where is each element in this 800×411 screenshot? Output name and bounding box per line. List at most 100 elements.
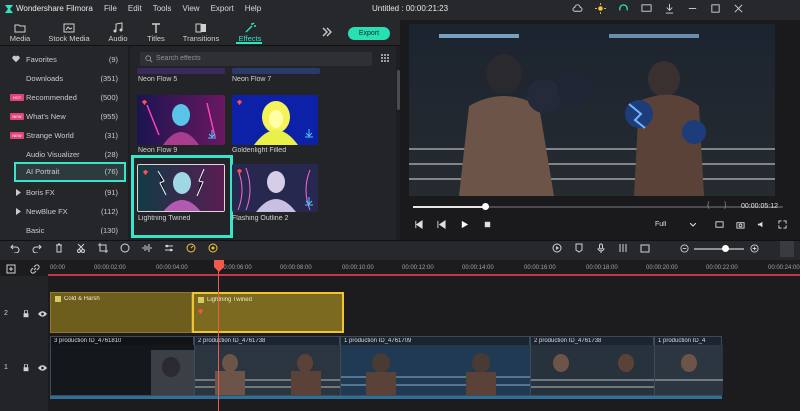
effect-thumbnail-lightning-twined[interactable] [137, 164, 225, 212]
sidebar-item-count: (500) [100, 93, 118, 102]
sidebar-item-strange-world[interactable]: NEW Strange World (31) [0, 126, 128, 145]
render-icon[interactable] [552, 243, 562, 253]
ruler-tick-label: 00:00:14:00 [462, 265, 494, 271]
effect-clip-icon [198, 297, 204, 303]
cut-icon[interactable] [76, 243, 86, 253]
download-icon[interactable] [305, 197, 313, 206]
zoom-slider-handle[interactable] [722, 245, 729, 252]
zoom-slider-track[interactable] [694, 248, 744, 250]
minimize-icon[interactable] [687, 3, 698, 14]
sidebar-item-favorites[interactable]: Favorites (9) [0, 50, 128, 69]
zoom-in-icon[interactable] [750, 244, 759, 253]
sidebar-item-boris-fx[interactable]: Boris FX (91) [0, 183, 128, 202]
step-back-icon[interactable] [437, 220, 446, 229]
track-headers [0, 276, 48, 411]
sidebar-item-count: (955) [100, 112, 118, 121]
audio-mixer-icon[interactable] [618, 243, 628, 253]
sidebar-item-basic[interactable]: Basic (130) [0, 221, 128, 240]
sidebar-item-recommended[interactable]: HOT Recommended (500) [0, 88, 128, 107]
download-icon[interactable] [208, 130, 216, 139]
sidebar-item-label: What's New [26, 112, 66, 121]
download-icon[interactable] [664, 3, 675, 14]
play-icon[interactable] [460, 220, 469, 229]
snapshot-icon[interactable] [736, 220, 745, 229]
mark-out-icon[interactable]: } [724, 202, 726, 209]
video-clip-4761709[interactable]: 1 production ID_4761709 [340, 336, 531, 396]
snapshot-timeline-icon[interactable] [640, 243, 650, 253]
download-icon[interactable] [305, 129, 313, 138]
previous-frame-icon[interactable] [414, 220, 423, 229]
menu-edit[interactable]: Edit [128, 4, 142, 13]
playhead-handle[interactable] [214, 260, 224, 272]
effect-thumbnail-flashing-outline-2[interactable] [232, 164, 318, 212]
speed-icon[interactable] [186, 243, 196, 253]
search-input[interactable]: Search effects [156, 55, 201, 62]
timeline-ruler[interactable]: 00:00 00:00:02:00 00:00:04:00 00:00:06:0… [48, 262, 800, 276]
message-icon[interactable] [641, 3, 652, 14]
video-clip-4761810[interactable]: 3 production ID_4761810 [50, 336, 195, 396]
effect-thumbnail[interactable] [232, 68, 320, 74]
tab-audio[interactable]: Audio [104, 22, 132, 43]
delete-icon[interactable] [54, 243, 64, 253]
tab-stock-media[interactable]: Stock Media [46, 22, 92, 43]
menu-file[interactable]: File [104, 4, 117, 13]
menu-export[interactable]: Export [211, 4, 234, 13]
maximize-icon[interactable] [710, 3, 721, 14]
add-track-icon[interactable] [6, 264, 16, 274]
sidebar-item-label: Strange World [26, 131, 74, 140]
eye-icon[interactable] [38, 310, 47, 318]
sidebar-item-downloads[interactable]: Downloads (351) [0, 69, 128, 88]
headset-icon[interactable] [618, 3, 629, 14]
tab-transitions[interactable]: Transitions [180, 22, 222, 43]
panel-layout-button[interactable] [780, 241, 794, 257]
tab-titles[interactable]: Titles [142, 22, 170, 43]
close-icon[interactable] [733, 3, 744, 14]
sidebar-item-ai-portrait[interactable]: AI Portrait (76) [14, 162, 126, 182]
fullscreen-icon[interactable] [778, 220, 787, 229]
grid-view-icon[interactable] [380, 53, 390, 63]
sidebar-item-count: (28) [104, 150, 118, 159]
tab-media-label: Media [9, 34, 31, 43]
cloud-icon[interactable] [572, 3, 583, 14]
stop-icon[interactable] [483, 220, 492, 229]
marker-icon[interactable] [574, 243, 584, 253]
search-box[interactable]: Search effects [140, 52, 372, 66]
sidebar-item-count: (91) [104, 188, 118, 197]
menu-view[interactable]: View [182, 4, 199, 13]
volume-icon[interactable] [757, 220, 766, 229]
stabilize-icon[interactable] [208, 243, 218, 253]
sidebar-item-newblue-fx[interactable]: NewBlue FX (112) [0, 202, 128, 221]
effect-clip-lightning-twined[interactable]: Lightning Twined [192, 292, 344, 333]
video-clip-label: 3 production ID_4761810 [54, 338, 122, 344]
effect-clip-cold-harsh[interactable]: Cold & Harsh [50, 292, 192, 333]
tab-effects[interactable]: Effects [234, 22, 266, 43]
lock-icon[interactable] [22, 310, 30, 318]
playback-scrubber[interactable] [482, 203, 489, 210]
tab-media[interactable]: Media [6, 22, 34, 43]
eye-icon[interactable] [38, 364, 47, 372]
voiceover-mic-icon[interactable] [596, 243, 606, 253]
preview-quality-select[interactable]: Full [655, 221, 666, 228]
video-clip-4761738-b[interactable]: 2 production ID_4761738 [530, 336, 655, 396]
export-button[interactable]: Export [348, 27, 390, 40]
menu-tools[interactable]: Tools [153, 4, 172, 13]
redo-icon[interactable] [32, 243, 42, 253]
render-preview-icon[interactable] [715, 220, 724, 229]
lock-icon[interactable] [22, 364, 30, 372]
audio-wave-icon[interactable] [142, 243, 152, 253]
link-icon[interactable] [30, 264, 40, 274]
expand-tabs-icon[interactable] [322, 27, 332, 37]
zoom-out-icon[interactable] [680, 244, 689, 253]
adjust-icon[interactable] [164, 243, 174, 253]
crop-icon[interactable] [98, 243, 108, 253]
sun-icon[interactable] [595, 3, 606, 14]
effect-thumbnail[interactable] [137, 68, 225, 74]
video-clip-4761738[interactable]: 2 production ID_4761738 [194, 336, 341, 396]
undo-icon[interactable] [10, 243, 20, 253]
effect-thumbnail-goldenlight-filled[interactable] [232, 95, 318, 145]
sidebar-item-whats-new[interactable]: NEW What's New (955) [0, 107, 128, 126]
video-clip-4-partial[interactable]: 1 production ID_4 [654, 336, 723, 396]
mark-in-icon[interactable]: { [707, 202, 709, 209]
menu-help[interactable]: Help [245, 4, 261, 13]
color-icon[interactable] [120, 243, 130, 253]
